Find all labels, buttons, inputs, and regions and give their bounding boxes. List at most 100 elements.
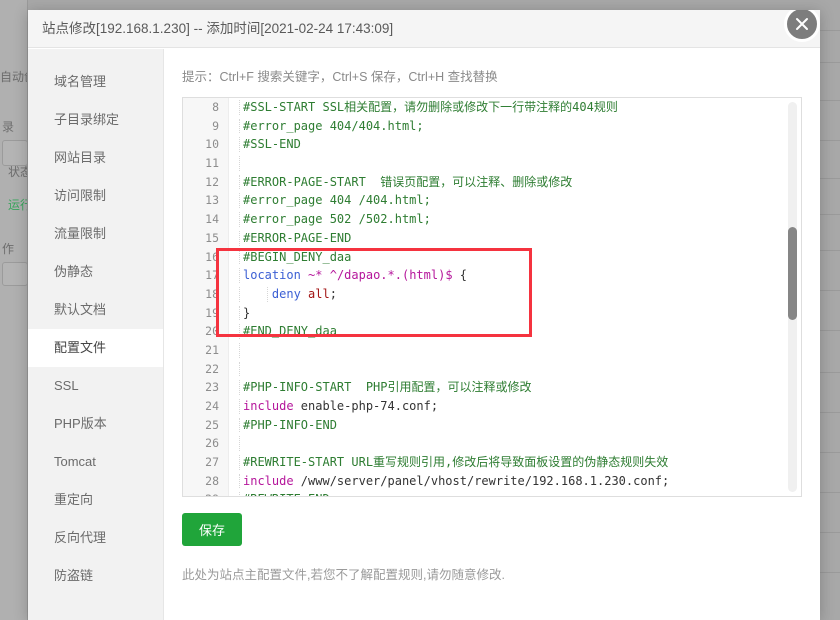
code-line[interactable]: #END_DENY_daa [229, 322, 801, 341]
dialog-body: 域名管理 子目录绑定 网站目录 访问限制 流量限制 伪静态 默认文档 配置文件 SSL PHP版本… [28, 49, 820, 620]
line-number: 19 [205, 305, 219, 320]
code-line[interactable]: location ~* ^/dapao.*.(html)$ { [229, 266, 801, 285]
code-token: enable-php-74.conf; [300, 399, 439, 413]
code-line[interactable]: #SSL-START SSL相关配置，请勿删除或修改下一行带注释的404规则 [229, 98, 801, 117]
sidebar-item-1[interactable]: 子目录绑定 [28, 101, 163, 139]
line-number: 27 [205, 455, 219, 470]
code-line[interactable]: #error_page 404 /404.html; [229, 191, 801, 210]
code-token: #REWRITE-START URL重写规则引用,修改后将导致面板设置的伪静态规… [243, 455, 669, 470]
code-token: include [243, 399, 301, 413]
code-token: ^/dapao.*.(html)$ [329, 268, 460, 283]
sidebar-item-6[interactable]: 默认文档 [28, 291, 163, 329]
sidebar-item-7[interactable]: 配置文件 [28, 329, 163, 367]
code-token: #BEGIN_DENY_daa [243, 249, 352, 264]
editor-scrollbar-thumb[interactable] [788, 226, 797, 321]
site-edit-dialog: 站点修改[192.168.1.230] -- 添加时间[2021-02-24 1… [28, 10, 820, 620]
line-number: 29 [183, 490, 228, 496]
code-token: #ERROR-PAGE-START 错误页配置，可以注释、删除或修改 [243, 174, 573, 189]
sidebar-item-9[interactable]: PHP版本 [28, 405, 163, 443]
code-line[interactable]: #BEGIN_DENY_daa [229, 248, 801, 267]
line-number: 17 [205, 268, 219, 283]
code-line[interactable]: deny all; [229, 285, 801, 304]
line-number: 14 [205, 212, 219, 227]
dialog-sidebar: 域名管理 子目录绑定 网站目录 访问限制 流量限制 伪静态 默认文档 配置文件 SSL PHP版本… [28, 49, 164, 620]
line-number: 26 [205, 436, 219, 451]
sidebar-item-13[interactable]: 防盗链 [28, 557, 163, 595]
code-line[interactable]: #REWRITE-END [229, 490, 801, 496]
background-chip [2, 262, 28, 286]
line-number: 16 [205, 249, 219, 264]
code-line[interactable]: #error_page 502 /502.html; [229, 210, 801, 229]
code-line[interactable]: #ERROR-PAGE-END [229, 229, 801, 248]
code-line[interactable]: #PHP-INFO-END [229, 416, 801, 435]
code-token: #SSL-START SSL相关配置，请勿删除或修改下一行带注释的404规则 [243, 100, 618, 114]
code-line[interactable]: include /www/server/panel/vhost/rewrite/… [229, 472, 801, 491]
line-number: 15 [205, 230, 219, 245]
sidebar-item-10[interactable]: Tomcat [28, 443, 163, 481]
code-token: #ERROR-PAGE-END [243, 230, 352, 245]
background-text: 自动创 [0, 70, 30, 84]
code-token: #error_page 404 /404.html; [243, 193, 431, 208]
sidebar-item-0[interactable]: 域名管理 [28, 63, 163, 101]
code-token: #PHP-INFO-END [243, 417, 337, 432]
line-number: 28 [205, 473, 219, 488]
line-number: 25 [205, 417, 219, 432]
dialog-content: 提示：Ctrl+F 搜索关键字，Ctrl+S 保存，Ctrl+H 查找替换 8 9… [164, 49, 820, 620]
sidebar-item-4[interactable]: 流量限制 [28, 215, 163, 253]
line-number: 10 [205, 137, 219, 152]
sidebar-item-12[interactable]: 反向代理 [28, 519, 163, 557]
code-line[interactable]: include enable-php-74.conf; [229, 397, 801, 416]
code-line[interactable]: #ERROR-PAGE-START 错误页配置，可以注释、删除或修改 [229, 173, 801, 192]
editor-footer-note: 此处为站点主配置文件,若您不了解配置规则,请勿随意修改. [182, 568, 505, 582]
background-left-rail [0, 0, 28, 620]
save-button[interactable]: 保存 [182, 513, 243, 546]
line-number: 18 [205, 286, 219, 301]
code-token: { [459, 268, 467, 283]
editor-code-area[interactable]: #SSL-START SSL相关配置，请勿删除或修改下一行带注释的404规则 #e… [229, 98, 801, 496]
line-number: 24 [205, 399, 219, 413]
close-glyph [796, 18, 808, 30]
code-line[interactable]: #REWRITE-START URL重写规则引用,修改后将导致面板设置的伪静态规… [229, 453, 801, 472]
code-token: all [308, 286, 330, 301]
line-number: 12 [205, 174, 219, 189]
code-line[interactable]: #PHP-INFO-START PHP引用配置，可以注释或修改 [229, 378, 801, 397]
code-token: ; [329, 286, 337, 301]
sidebar-item-5[interactable]: 伪静态 [28, 253, 163, 291]
background-text: 作 [2, 242, 15, 256]
code-token: #PHP-INFO-START PHP引用配置，可以注释或修改 [243, 380, 532, 395]
line-number: 23 [205, 380, 219, 395]
code-token: #END_DENY_daa [243, 324, 337, 339]
sidebar-item-11[interactable]: 重定向 [28, 481, 163, 519]
code-line[interactable]: #SSL-END [229, 135, 801, 154]
code-token: #error_page 502 /502.html; [243, 212, 431, 227]
sidebar-item-3[interactable]: 访问限制 [28, 177, 163, 215]
code-token: /www/server/panel/vhost/rewrite/192.168.… [300, 473, 670, 488]
sidebar-item-8[interactable]: SSL [28, 367, 163, 405]
code-token: ~* [308, 268, 330, 283]
code-line[interactable] [229, 360, 801, 379]
code-token: #error_page 404/404.html; [243, 118, 424, 133]
line-number: 13 [205, 193, 219, 208]
background-chip [2, 140, 28, 166]
background-text: 录 [2, 120, 15, 134]
code-token: #REWRITE-END [243, 492, 330, 496]
code-token: } [243, 305, 251, 320]
code-token: include [243, 473, 301, 488]
dialog-header: 站点修改[192.168.1.230] -- 添加时间[2021-02-24 1… [28, 10, 820, 48]
code-line[interactable] [229, 154, 801, 173]
code-line[interactable] [229, 434, 801, 453]
line-number: 8 [212, 100, 219, 114]
sidebar-item-2[interactable]: 网站目录 [28, 139, 163, 177]
code-token: deny [243, 286, 309, 301]
line-number: 22 [205, 361, 219, 376]
editor-line-number-gutter: 8 9 10 11 12 13 14 15 16 17 18 19 20 21 22 23 24 25 26 27 28… [183, 98, 229, 496]
dialog-title: 站点修改[192.168.1.230] -- 添加时间[2021-02-24 1… [42, 21, 394, 36]
line-number: 9 [212, 118, 219, 133]
code-line[interactable] [229, 341, 801, 360]
config-file-editor[interactable]: 8 9 10 11 12 13 14 15 16 17 18 19 20 21 22 23 24 25 26 27 28… [182, 97, 802, 497]
editor-tip: 提示：Ctrl+F 搜索关键字，Ctrl+S 保存，Ctrl+H 查找替换 [182, 70, 498, 84]
code-line[interactable]: #error_page 404/404.html; [229, 117, 801, 136]
editor-scrollbar-track[interactable] [788, 102, 797, 492]
code-line[interactable]: } [229, 304, 801, 323]
code-token: #SSL-END [243, 137, 301, 152]
